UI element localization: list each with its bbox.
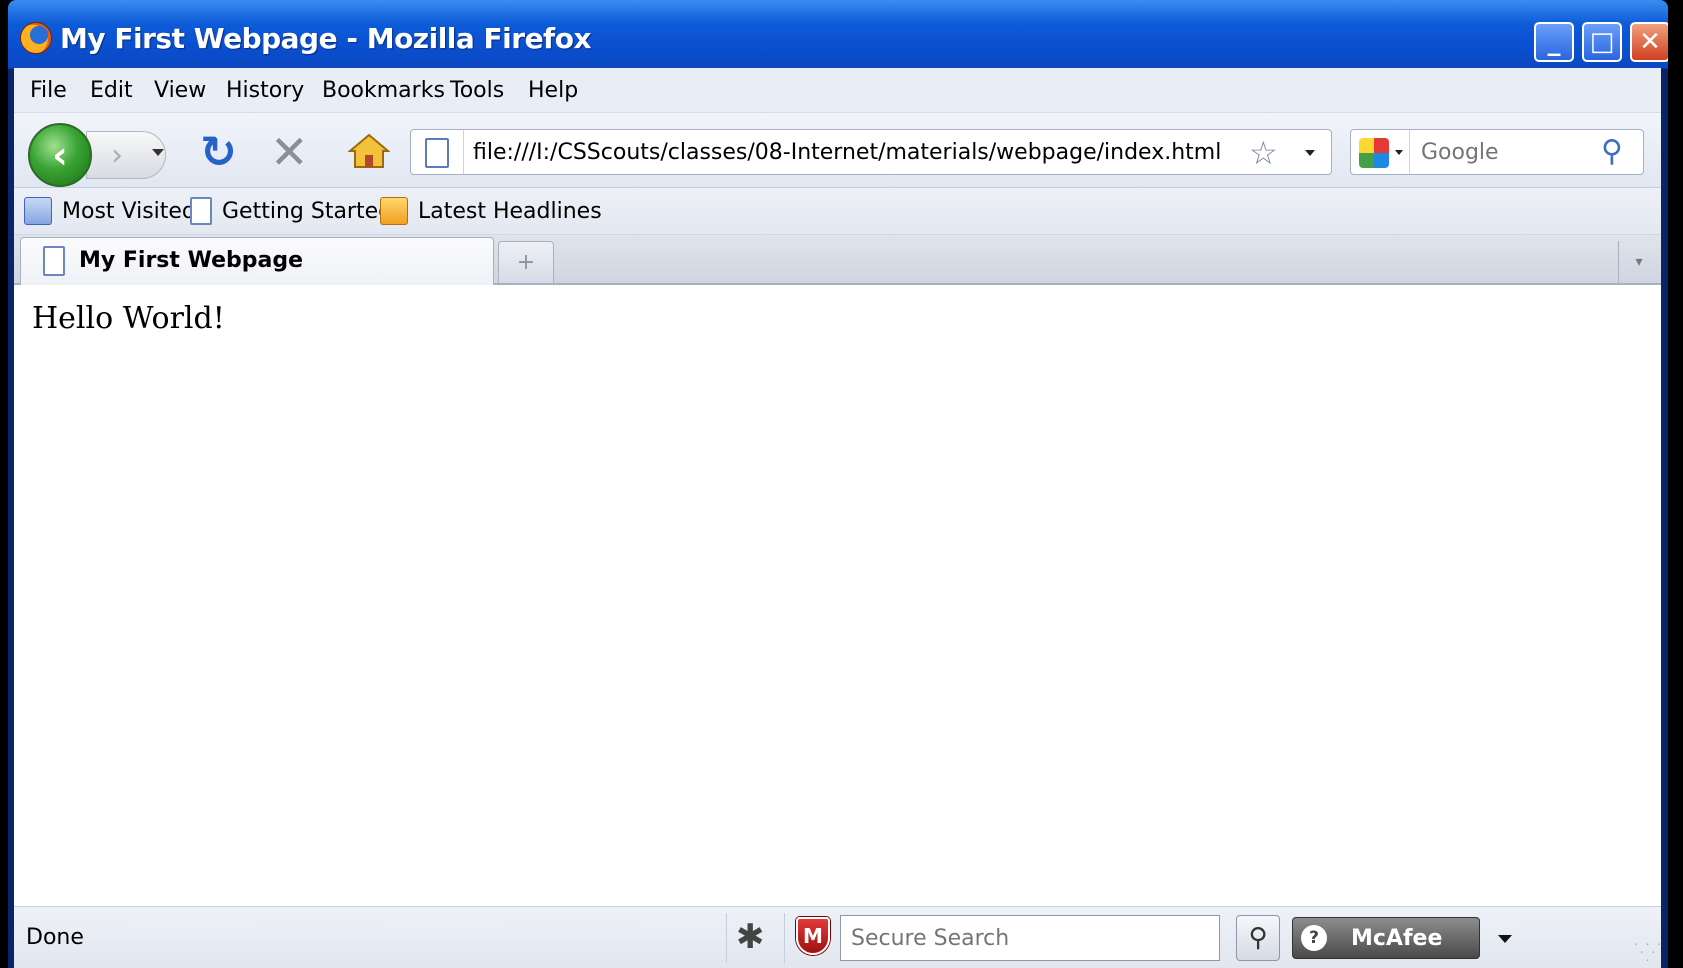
history-dropdown-icon[interactable] <box>152 149 164 156</box>
search-box[interactable]: ⚲ <box>1350 129 1644 175</box>
secure-search-input[interactable] <box>840 915 1220 961</box>
bookmark-label: Getting Started <box>222 198 393 224</box>
search-input[interactable] <box>1421 140 1601 165</box>
menu-file[interactable]: File <box>30 78 67 103</box>
search-icon[interactable]: ⚲ <box>1601 134 1623 169</box>
bookmark-most-visited[interactable]: Most Visited <box>24 196 196 226</box>
menu-bookmarks[interactable]: Bookmarks <box>322 78 445 103</box>
plus-icon: + <box>516 250 536 275</box>
all-tabs-button[interactable]: ▾ <box>1618 241 1659 283</box>
forward-arrow-icon: › <box>111 137 123 173</box>
chevron-down-icon: ▾ <box>1635 254 1643 270</box>
tab-my-first-webpage[interactable]: My First Webpage <box>20 237 494 285</box>
url-text[interactable]: file:///I:/CSScouts/classes/08-Internet/… <box>473 140 1221 165</box>
bookmark-latest-headlines[interactable]: Latest Headlines <box>380 196 602 226</box>
stop-icon[interactable]: ✕ <box>270 125 309 179</box>
home-icon[interactable] <box>348 133 390 169</box>
search-separator <box>1409 130 1410 174</box>
menu-view[interactable]: View <box>154 78 206 103</box>
status-separator <box>784 913 785 963</box>
window-title: My First Webpage - Mozilla Firefox <box>60 22 592 55</box>
maximize-icon: □ <box>1589 27 1615 57</box>
url-dropdown-icon[interactable] <box>1305 150 1315 156</box>
page-icon <box>190 197 212 225</box>
status-text: Done <box>26 925 84 950</box>
maximize-button[interactable]: □ <box>1582 22 1622 62</box>
page-content: Hello World! <box>14 285 1661 905</box>
resize-grip-icon[interactable]: . . . . . . <box>1634 935 1661 965</box>
menu-history[interactable]: History <box>226 78 304 103</box>
back-arrow-icon: ‹ <box>52 133 68 177</box>
menu-bar: File Edit View History Bookmarks Tools H… <box>14 68 1661 113</box>
bookmark-getting-started[interactable]: Getting Started <box>190 196 392 226</box>
bookmark-star-icon[interactable]: ☆ <box>1249 134 1278 172</box>
menu-edit[interactable]: Edit <box>90 78 133 103</box>
menu-help[interactable]: Help <box>528 78 578 103</box>
bug-icon[interactable]: ✱ <box>736 917 765 957</box>
back-button[interactable]: ‹ <box>28 123 92 187</box>
reload-icon[interactable]: ↻ <box>200 127 237 178</box>
page-body-text: Hello World! <box>32 301 225 336</box>
status-separator <box>726 913 727 963</box>
url-separator <box>463 130 464 174</box>
tab-label: My First Webpage <box>79 248 303 273</box>
new-tab-button[interactable]: + <box>498 241 554 283</box>
browser-window: My First Webpage - Mozilla Firefox _ □ ✕… <box>8 0 1668 968</box>
page-icon <box>425 138 449 168</box>
minimize-button[interactable]: _ <box>1534 22 1574 62</box>
smart-folder-icon <box>24 197 52 225</box>
address-bar[interactable]: file:///I:/CSScouts/classes/08-Internet/… <box>410 129 1332 175</box>
engine-dropdown-icon[interactable] <box>1395 150 1403 155</box>
mcafee-shield-icon[interactable]: M <box>796 917 830 955</box>
page-icon <box>43 246 65 276</box>
mcafee-label: McAfee <box>1351 925 1443 951</box>
close-button[interactable]: ✕ <box>1630 22 1668 62</box>
bookmark-label: Most Visited <box>62 198 196 224</box>
browser-client: File Edit View History Bookmarks Tools H… <box>14 68 1661 968</box>
status-bar: Done ✱ M ⚲ ? McAfee . . . . . . <box>14 906 1661 968</box>
google-engine-icon[interactable] <box>1359 138 1389 168</box>
bookmark-label: Latest Headlines <box>418 198 602 224</box>
help-icon: ? <box>1301 925 1327 951</box>
secure-search-button[interactable]: ⚲ <box>1236 915 1280 961</box>
rss-feed-icon <box>380 197 408 225</box>
tab-bar: My First Webpage + ▾ <box>14 235 1661 285</box>
navigation-toolbar: › ‹ ↻ ✕ file:///I:/CSScouts/classes/08-I… <box>14 113 1661 188</box>
close-icon: ✕ <box>1639 27 1661 57</box>
bookmarks-toolbar: Most Visited Getting Started Latest Head… <box>14 188 1661 235</box>
menu-tools[interactable]: Tools <box>450 78 504 103</box>
firefox-logo-icon <box>20 22 52 54</box>
minimize-icon: _ <box>1547 27 1561 57</box>
shield-letter: M <box>803 924 823 948</box>
title-bar[interactable]: My First Webpage - Mozilla Firefox _ □ ✕ <box>8 0 1668 69</box>
search-icon: ⚲ <box>1248 923 1268 953</box>
mcafee-dropdown-icon[interactable] <box>1498 935 1512 943</box>
mcafee-button[interactable]: ? McAfee <box>1292 917 1480 959</box>
